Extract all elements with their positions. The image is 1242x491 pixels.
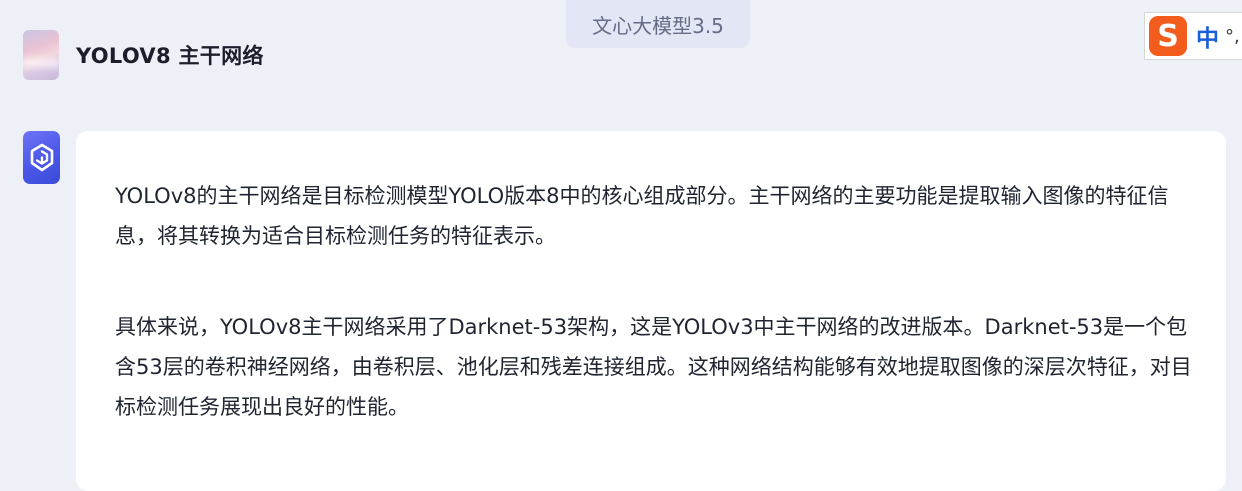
user-message-text: YOLOV8 主干网络 [76,44,264,68]
ime-punctuation-toggle[interactable]: °, [1225,26,1240,47]
model-name-label: 文心大模型3.5 [592,13,724,38]
sogou-ime-logo-icon[interactable]: S [1149,16,1187,56]
bot-message-paragraph: 具体来说，YOLOv8主干网络采用了Darknet-53架构，这是YOLOv3中… [115,315,1192,419]
bot-message-paragraph: YOLOv8的主干网络是目标检测模型YOLO版本8中的核心组成部分。主干网络的主… [115,184,1169,248]
model-selector-tab[interactable]: 文心大模型3.5 [566,0,750,48]
user-avatar [23,30,59,80]
bot-avatar [23,131,60,184]
user-message-row: YOLOV8 主干网络 [23,30,264,80]
ime-chinese-mode-toggle[interactable]: 中 [1196,19,1219,53]
ernie-bot-logo-icon [30,143,53,171]
ime-toolbar[interactable]: S 中 °, [1144,12,1242,60]
bot-message-card: YOLOv8的主干网络是目标检测模型YOLO版本8中的核心组成部分。主干网络的主… [76,131,1226,491]
